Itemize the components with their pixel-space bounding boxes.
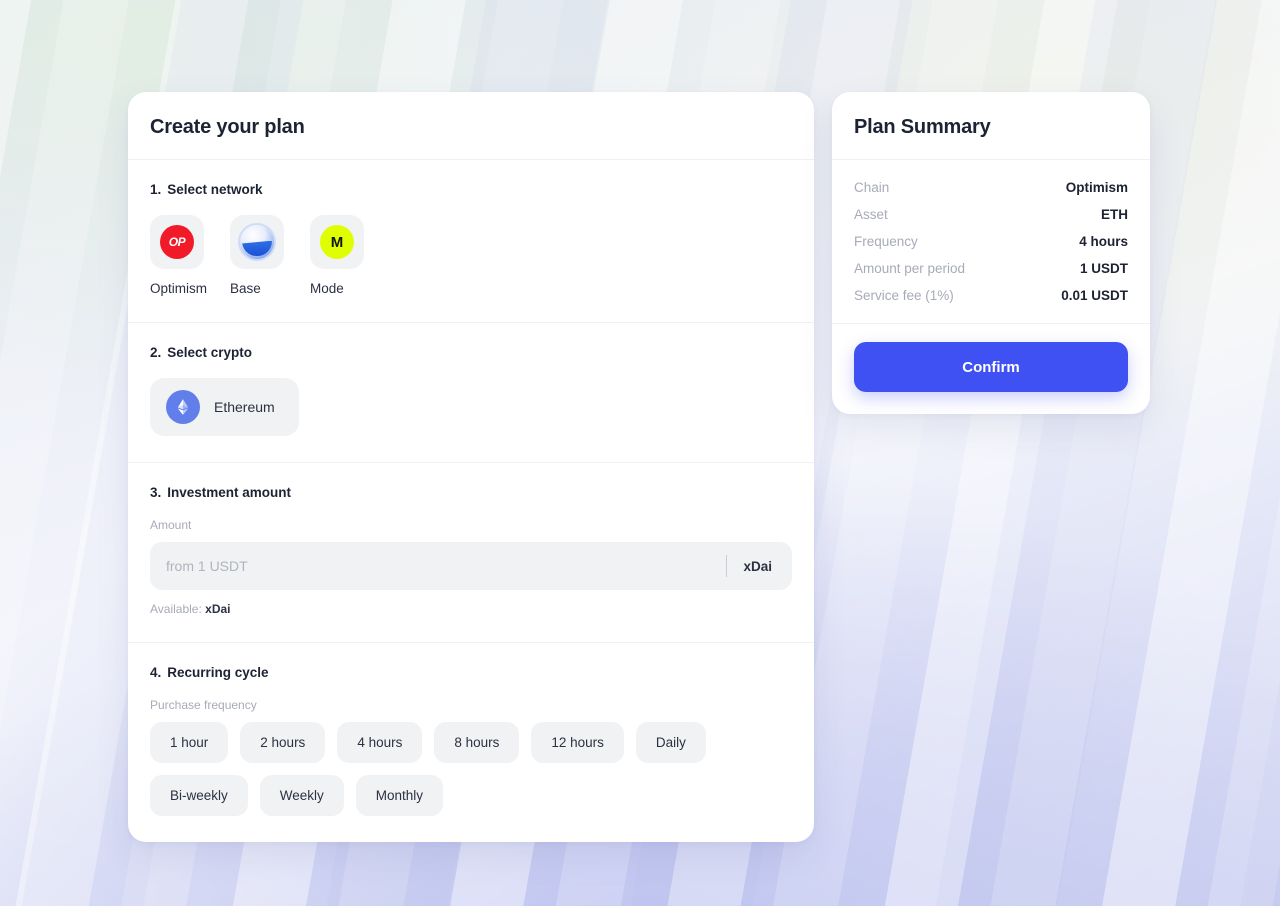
summary-key-frequency: Frequency [854,234,918,249]
amount-field-label: Amount [150,518,192,532]
section-amount-title: 3. Investment amount [150,485,792,500]
ethereum-icon [166,390,200,424]
summary-key-amount-per-period: Amount per period [854,261,966,276]
frequency-chip-2-hours[interactable]: 2 hours [240,722,326,763]
optimism-icon: OP [160,225,194,259]
summary-value-service-fee: 0.01 USDT [1061,288,1128,303]
network-option-list: OP Optimism Base M Mode [150,215,792,296]
section-network-title: 1. Select network [150,182,792,197]
frequency-chip-12-hours[interactable]: 12 hours [531,722,624,763]
section-cycle-label: Recurring cycle [167,665,269,680]
crypto-option-ethereum[interactable]: Ethereum [150,378,299,436]
create-plan-header: Create your plan [128,92,814,160]
section-cycle-number: 4. [150,665,162,680]
summary-row-frequency: Frequency 4 hours [854,228,1128,255]
crypto-label-ethereum: Ethereum [214,399,275,415]
frequency-chip-monthly[interactable]: Monthly [355,775,444,816]
plan-summary-title: Plan Summary [854,116,991,138]
app-stage: Create your plan 1. Select network OP Opt… [0,0,1280,906]
create-plan-card: Create your plan 1. Select network OP Opt… [128,92,814,842]
summary-value-chain: Optimism [1065,180,1128,195]
summary-key-chain: Chain [854,180,890,195]
mode-icon: M [320,225,354,259]
section-crypto-label: Select crypto [167,345,253,360]
plan-summary-header: Plan Summary [832,92,1150,160]
frequency-chip-daily[interactable]: Daily [635,722,706,763]
summary-row-amount-per-period: Amount per period 1 USDT [854,255,1128,282]
plan-summary-rows: Chain Optimism Asset ETH Frequency 4 hou… [832,160,1150,324]
summary-value-amount-per-period: 1 USDT [1079,261,1128,276]
section-recurring-cycle: 4. Recurring cycle Purchase frequency 1 h… [128,643,814,842]
available-balance: Available: xDai [150,602,792,616]
frequency-chip-8-hours[interactable]: 8 hours [434,722,520,763]
network-tile-mode[interactable]: M [310,215,364,269]
section-network-number: 1. [150,182,162,197]
frequency-chip-bi-weekly[interactable]: Bi-weekly [150,775,248,816]
section-network-label: Select network [167,182,263,197]
section-amount-label: Investment amount [167,485,292,500]
amount-unit-label: xDai [743,558,772,574]
available-value: xDai [205,602,231,616]
summary-row-service-fee: Service fee (1%) 0.01 USDT [854,282,1128,309]
section-cycle-title: 4. Recurring cycle [150,665,792,680]
page-title: Create your plan [150,116,305,138]
summary-row-chain: Chain Optimism [854,174,1128,201]
plan-summary-footer: Confirm [832,324,1150,414]
summary-key-asset: Asset [854,207,888,222]
section-select-network: 1. Select network OP Optimism Base M Mod… [128,160,814,323]
network-option-base[interactable]: Base [230,215,284,296]
summary-key-service-fee: Service fee (1%) [854,288,954,303]
section-crypto-title: 2. Select crypto [150,345,792,360]
amount-input[interactable] [166,558,719,574]
base-icon [240,225,274,259]
summary-value-frequency: 4 hours [1079,234,1128,249]
frequency-chip-weekly[interactable]: Weekly [259,775,344,816]
amount-divider [726,555,728,577]
network-option-mode[interactable]: M Mode [310,215,364,296]
section-select-crypto: 2. Select crypto Ethereum [128,323,814,463]
network-label-mode: Mode [310,281,344,296]
section-crypto-number: 2. [150,345,162,360]
available-label: Available: [150,602,202,616]
frequency-option-list: 1 hour 2 hours 4 hours 8 hours 12 hours … [150,722,740,816]
plan-summary-card: Plan Summary Chain Optimism Asset ETH Fr… [832,92,1150,414]
network-option-optimism[interactable]: OP Optimism [150,215,207,296]
network-label-base: Base [230,281,261,296]
amount-input-wrapper[interactable]: xDai [150,542,792,590]
summary-row-asset: Asset ETH [854,201,1128,228]
frequency-chip-4-hours[interactable]: 4 hours [337,722,423,763]
frequency-field-label: Purchase frequency [150,698,257,712]
summary-value-asset: ETH [1101,207,1128,222]
network-tile-optimism[interactable]: OP [150,215,204,269]
frequency-chip-1-hour[interactable]: 1 hour [150,722,229,763]
section-investment-amount: 3. Investment amount Amount xDai Availabl… [128,463,814,643]
network-tile-base[interactable] [230,215,284,269]
section-amount-number: 3. [150,485,162,500]
confirm-button[interactable]: Confirm [854,342,1128,392]
network-label-optimism: Optimism [150,281,207,296]
